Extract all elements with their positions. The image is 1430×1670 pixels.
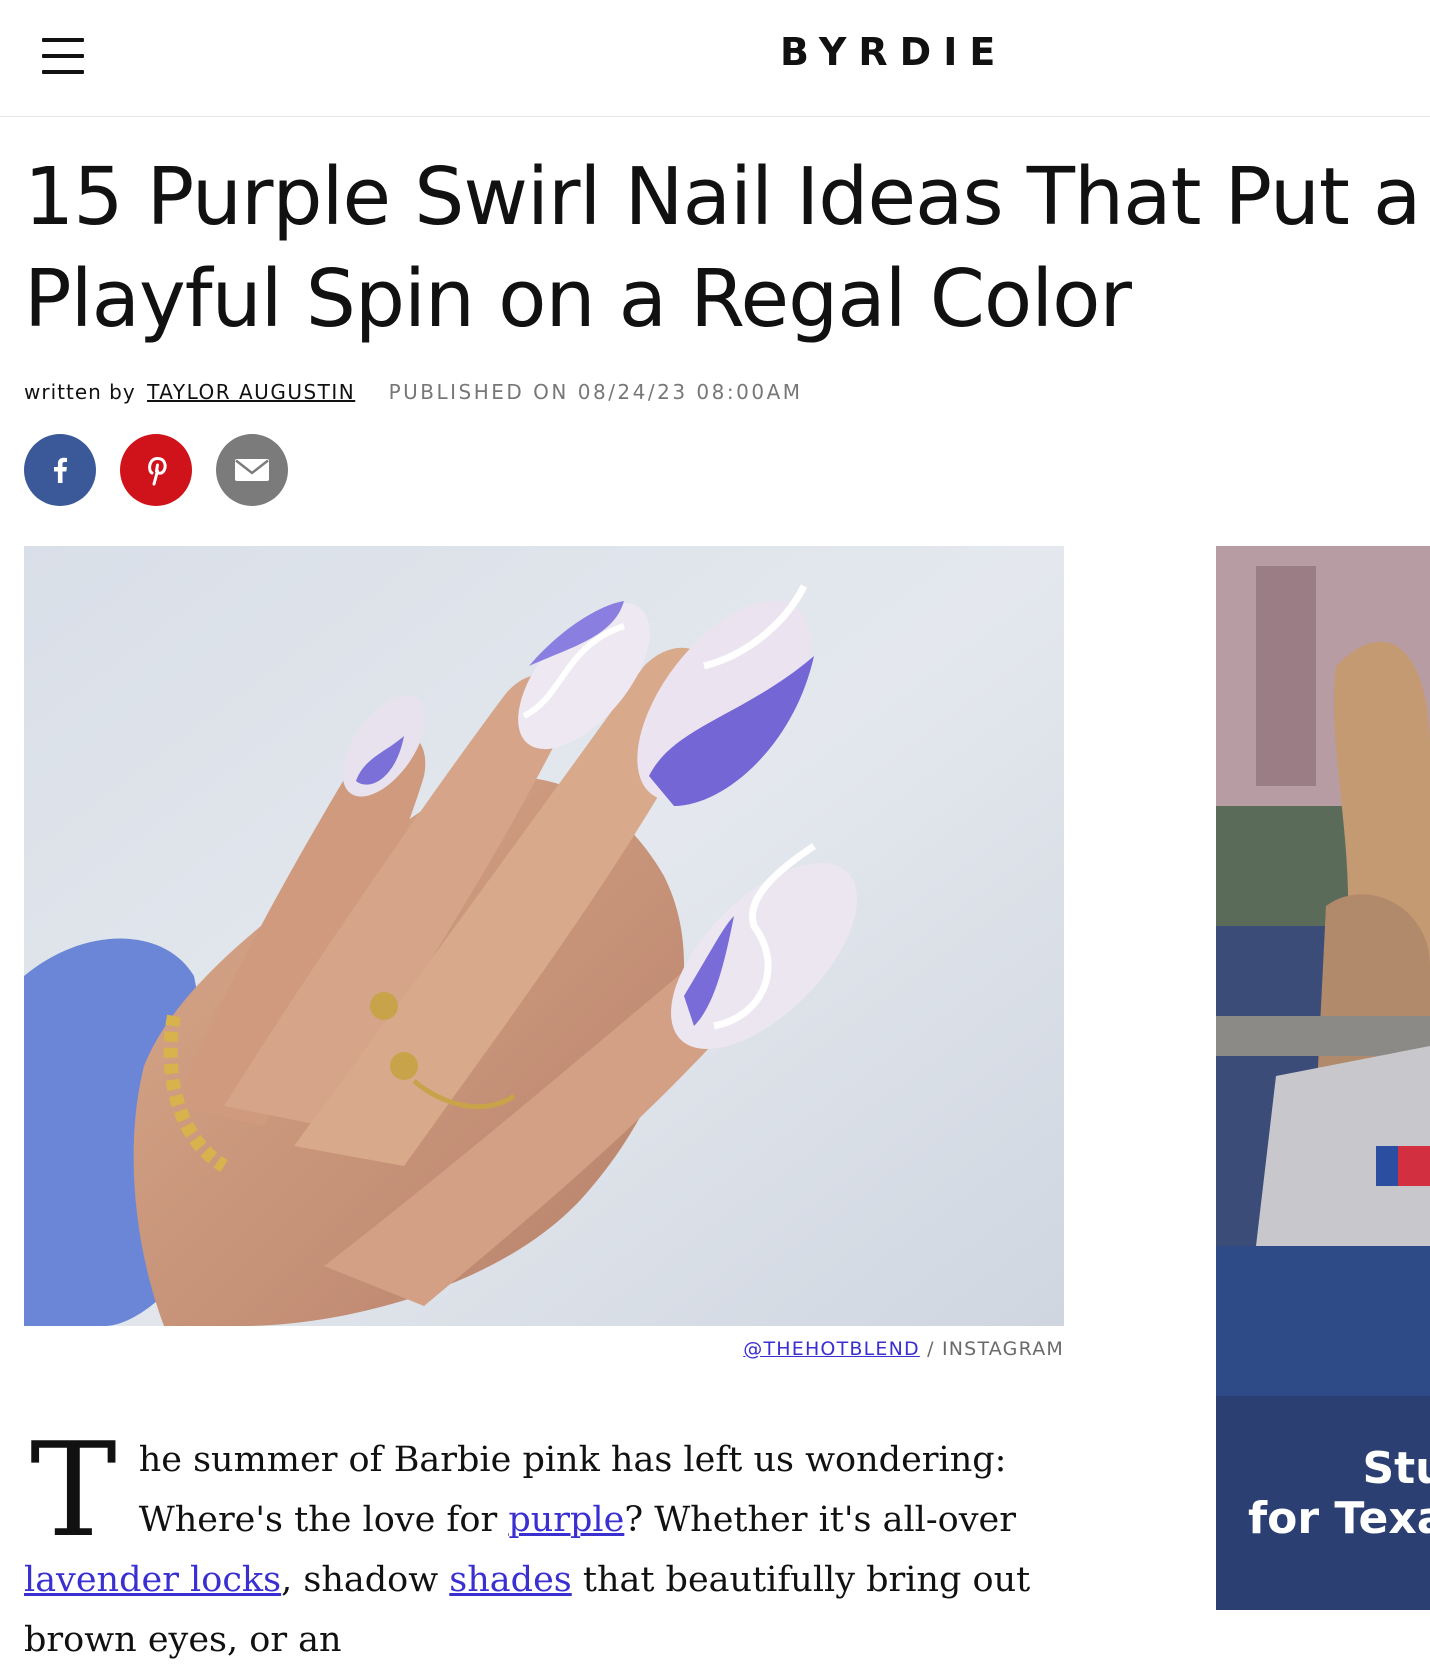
published-date: PUBLISHED ON 08/24/23 08:00AM — [388, 380, 803, 404]
link-shades[interactable]: shades — [449, 1560, 571, 1600]
link-lavender-locks[interactable]: lavender locks — [24, 1560, 281, 1600]
hamburger-menu-icon[interactable] — [42, 38, 86, 76]
dropcap: T — [30, 1414, 117, 1566]
pinterest-icon — [148, 457, 167, 486]
byline: written by TAYLOR AUGUSTIN PUBLISHED ON … — [24, 380, 803, 404]
site-logo[interactable]: BYRDIE — [780, 30, 1060, 74]
image-caption: @THEHOTBLEND / INSTAGRAM — [24, 1338, 1064, 1360]
body-text-segment: , shadow — [281, 1560, 450, 1600]
purple-swirl-nails-photo — [24, 546, 1064, 1326]
caption-source: INSTAGRAM — [941, 1338, 1064, 1360]
article-title: 15 Purple Swirl Nail Ideas That Put a Pl… — [24, 151, 1421, 345]
menu-bar — [42, 54, 84, 58]
author-link[interactable]: TAYLOR AUGUSTIN — [147, 380, 355, 404]
facebook-share-button[interactable] — [24, 434, 96, 506]
hero-image — [24, 546, 1064, 1326]
link-purple[interactable]: purple — [508, 1500, 624, 1540]
menu-bar — [42, 70, 84, 74]
email-icon — [235, 459, 269, 481]
site-header: BYRDIE — [0, 0, 1430, 117]
body-text-segment: ? Whether it's all-over — [624, 1500, 1016, 1540]
ad-line-1: Stu — [1362, 1443, 1430, 1494]
facebook-icon — [54, 457, 67, 483]
sidebar-ad[interactable]: Stu for Texa — [1216, 546, 1430, 1610]
article-body: The summer of Barbie pink has left us wo… — [24, 1414, 1064, 1670]
pinterest-share-button[interactable] — [120, 434, 192, 506]
ad-line-2: for Texa — [1248, 1493, 1430, 1544]
caption-handle-link[interactable]: @THEHOTBLEND — [743, 1338, 920, 1360]
written-by-label: written by — [24, 380, 136, 404]
caption-separator: / — [919, 1338, 942, 1360]
email-share-button[interactable] — [216, 434, 288, 506]
ad-headline: Stu for Texa — [1248, 1444, 1430, 1544]
menu-bar — [42, 38, 84, 42]
